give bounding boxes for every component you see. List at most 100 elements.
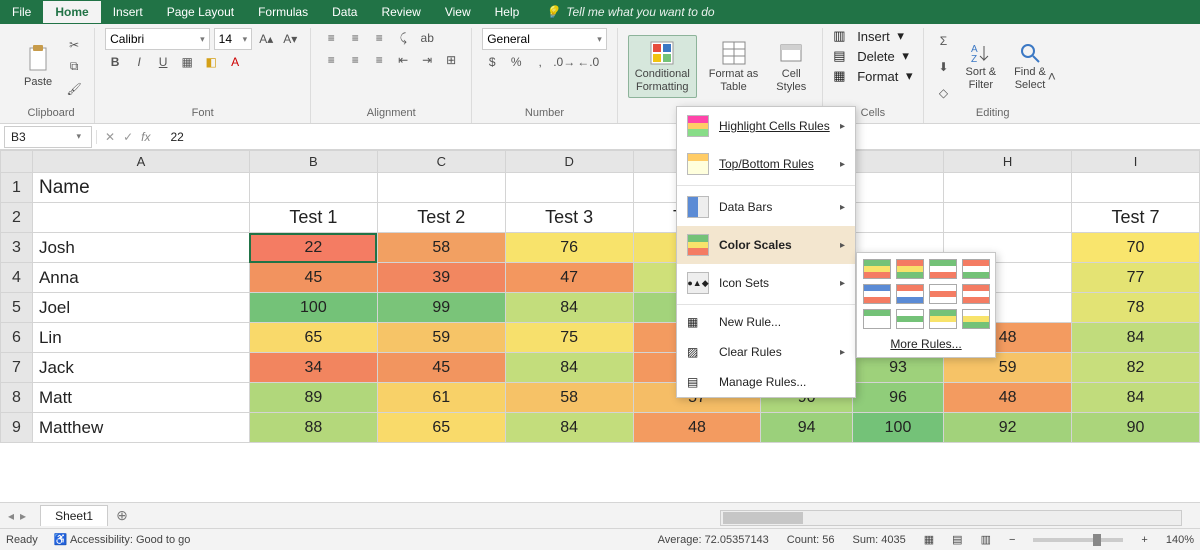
color-scales-more-rules[interactable]: More Rules... (863, 329, 989, 351)
fx-icon[interactable]: fx (141, 130, 150, 144)
tab-data[interactable]: Data (320, 1, 369, 23)
autosum-button[interactable]: Σ (934, 31, 954, 51)
italic-button[interactable]: I (129, 52, 149, 72)
tab-page-layout[interactable]: Page Layout (155, 1, 246, 23)
currency-button[interactable]: $ (482, 52, 502, 72)
name-box[interactable]: B3▾ (4, 126, 92, 148)
tab-home[interactable]: Home (43, 1, 100, 23)
format-cells-button[interactable]: ▦ Format ▾ (833, 68, 912, 84)
decrease-font-button[interactable]: A▾ (280, 29, 300, 49)
cf-manage-rules[interactable]: ▤Manage Rules... (677, 367, 855, 397)
insert-cells-button[interactable]: ▥ Insert ▾ (833, 28, 904, 44)
align-bottom-button[interactable]: ≡ (369, 28, 389, 48)
cf-top-bottom[interactable]: Top/Bottom Rules▸ (677, 145, 855, 183)
tab-insert[interactable]: Insert (101, 1, 155, 23)
add-sheet-button[interactable]: ⊕ (116, 507, 128, 524)
underline-button[interactable]: U (153, 52, 173, 72)
table-row[interactable]: 7Jack3445844645935982 (1, 353, 1200, 383)
cell-styles-button[interactable]: Cell Styles (770, 36, 812, 96)
clear-button[interactable]: ◇ (934, 83, 954, 103)
zoom-slider[interactable] (1033, 538, 1123, 542)
sheet-tab-1[interactable]: Sheet1 (40, 505, 108, 526)
color-scale-swatch[interactable] (896, 284, 924, 304)
color-scale-swatch[interactable] (863, 284, 891, 304)
color-scale-swatch[interactable] (962, 309, 990, 329)
merge-button[interactable]: ⊞ (441, 50, 461, 70)
sheet-nav-prev[interactable]: ◂ (8, 509, 14, 523)
align-top-button[interactable]: ≡ (321, 28, 341, 48)
align-right-button[interactable]: ≡ (369, 50, 389, 70)
formula-value[interactable]: 22 (158, 130, 183, 144)
worksheet-grid[interactable]: ABCDEHI 1NameR2Test 1Test 2Test 3Test 4T… (0, 150, 1200, 443)
table-row[interactable]: 4Anna4539478377 (1, 263, 1200, 293)
copy-button[interactable]: ⧉ (64, 57, 84, 77)
sheet-nav-next[interactable]: ▸ (20, 509, 26, 523)
color-scale-swatch[interactable] (962, 284, 990, 304)
view-page-break-button[interactable]: ▥ (981, 533, 991, 546)
increase-font-button[interactable]: A▴ (256, 29, 276, 49)
cf-icon-sets[interactable]: ●▲◆ Icon Sets▸ (677, 264, 855, 302)
cf-color-scales[interactable]: Color Scales▸ (677, 226, 855, 264)
horizontal-scrollbar[interactable] (720, 510, 1182, 526)
color-scale-swatch[interactable] (863, 259, 891, 279)
table-row[interactable]: 9Matthew88658448941009290 (1, 413, 1200, 443)
percent-button[interactable]: % (506, 52, 526, 72)
number-format-combo[interactable]: ▾ (482, 28, 607, 50)
format-as-table-button[interactable]: Format as Table (703, 36, 765, 96)
cf-data-bars[interactable]: Data Bars▸ (677, 188, 855, 226)
zoom-in-button[interactable]: + (1141, 534, 1147, 546)
collapse-ribbon-button[interactable]: ˄ (1048, 68, 1056, 84)
fill-button[interactable]: ⬇ (934, 57, 954, 77)
format-painter-button[interactable]: 🖌 (64, 79, 84, 99)
color-scale-swatch[interactable] (896, 259, 924, 279)
cf-highlight-cells[interactable]: Highlight Cells Rules▸ (677, 107, 855, 145)
color-scale-swatch[interactable] (863, 309, 891, 329)
font-color-button[interactable]: A (225, 52, 245, 72)
increase-indent-button[interactable]: ⇥ (417, 50, 437, 70)
tab-file[interactable]: File (0, 1, 43, 23)
table-row[interactable]: 8Matt8961585790964884 (1, 383, 1200, 413)
cf-new-rule[interactable]: ▦New Rule... (677, 307, 855, 337)
align-middle-button[interactable]: ≡ (345, 28, 365, 48)
comma-button[interactable]: , (530, 52, 550, 72)
wrap-text-button[interactable]: ab (417, 28, 437, 48)
view-normal-button[interactable]: ▦ (924, 533, 934, 546)
zoom-level[interactable]: 140% (1166, 534, 1194, 546)
tab-help[interactable]: Help (483, 1, 532, 23)
tab-review[interactable]: Review (369, 1, 432, 23)
view-page-layout-button[interactable]: ▤ (952, 533, 962, 546)
enter-icon[interactable]: ✓ (123, 130, 133, 144)
cf-clear-rules[interactable]: ▨Clear Rules▸ (677, 337, 855, 367)
sort-filter-button[interactable]: AZ Sort & Filter (960, 38, 1003, 94)
align-left-button[interactable]: ≡ (321, 50, 341, 70)
font-size-combo[interactable]: ▾ (214, 28, 253, 50)
color-scale-swatch[interactable] (929, 259, 957, 279)
color-scale-swatch[interactable] (962, 259, 990, 279)
bold-button[interactable]: B (105, 52, 125, 72)
table-row[interactable]: 6Lin655975484884 (1, 323, 1200, 353)
cut-button[interactable]: ✂ (64, 35, 84, 55)
color-scale-swatch[interactable] (929, 284, 957, 304)
paste-button[interactable]: Paste (18, 40, 58, 92)
table-row[interactable]: 5Joel10099849278 (1, 293, 1200, 323)
conditional-formatting-button[interactable]: Conditional Formatting (628, 35, 697, 97)
orientation-button[interactable]: ⤹ (393, 28, 413, 48)
find-select-button[interactable]: Find & Select (1008, 38, 1052, 94)
cancel-icon[interactable]: ✕ (105, 130, 115, 144)
zoom-out-button[interactable]: − (1009, 534, 1015, 546)
tab-view[interactable]: View (433, 1, 483, 23)
decrease-decimal-button[interactable]: ←.0 (578, 52, 598, 72)
align-center-button[interactable]: ≡ (345, 50, 365, 70)
tell-me-search[interactable]: 💡 Tell me what you want to do (545, 5, 714, 19)
font-name-combo[interactable]: ▾ (105, 28, 210, 50)
tab-formulas[interactable]: Formulas (246, 1, 320, 23)
fill-color-button[interactable]: ◧ (201, 52, 221, 72)
accessibility-status[interactable]: ♿ Accessibility: Good to go (54, 533, 191, 546)
increase-decimal-button[interactable]: .0→ (554, 52, 574, 72)
decrease-indent-button[interactable]: ⇤ (393, 50, 413, 70)
color-scale-swatch[interactable] (896, 309, 924, 329)
border-button[interactable]: ▦ (177, 52, 197, 72)
column-headers[interactable]: ABCDEHI (1, 151, 1200, 173)
color-scale-swatch[interactable] (929, 309, 957, 329)
table-row[interactable]: 3Josh2258767670 (1, 233, 1200, 263)
